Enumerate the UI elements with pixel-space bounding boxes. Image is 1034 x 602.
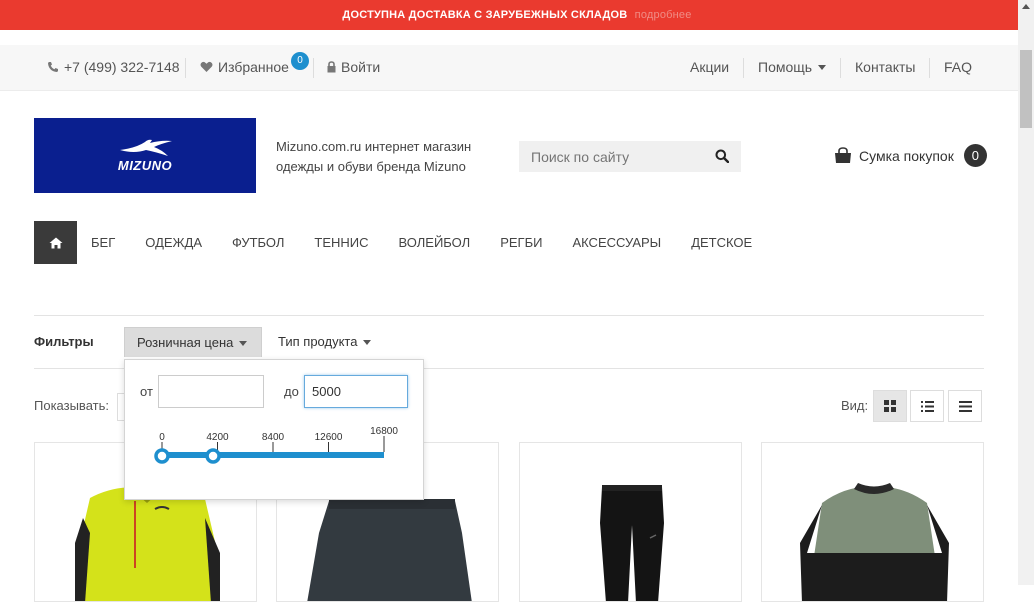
- cart-count-badge: 0: [963, 144, 987, 167]
- product-image-pants: [600, 485, 664, 601]
- grid-icon: [884, 400, 896, 412]
- price-from-label: от: [140, 384, 153, 399]
- slider-tick-label: 12600: [315, 432, 343, 443]
- price-filter-dropdown: от до 0 4200 8400 12600 16800: [124, 359, 424, 500]
- contacts-label: Контакты: [855, 59, 916, 75]
- divider: [185, 58, 186, 78]
- filter-tab-price[interactable]: Розничная цена: [124, 327, 262, 357]
- nav-item-kids[interactable]: ДЕТСКОЕ: [691, 235, 752, 250]
- favorites-label: Избранное: [218, 59, 289, 75]
- divider: [840, 58, 841, 78]
- caret-down-icon: [239, 341, 248, 347]
- slider-tick-label: 4200: [206, 432, 229, 443]
- slider-tick-label: 16800: [370, 426, 398, 437]
- divider: [313, 58, 314, 78]
- product-card[interactable]: [761, 442, 984, 602]
- home-icon: [49, 237, 62, 248]
- cart-label: Сумка покупок: [859, 147, 954, 164]
- promo-link[interactable]: Акции: [690, 59, 729, 75]
- login-link[interactable]: Войти: [327, 59, 380, 75]
- nav-item-football[interactable]: ФУТБОЛ: [232, 235, 284, 250]
- main-nav: БЕГ ОДЕЖДА ФУТБОЛ ТЕННИС ВОЛЕЙБОЛ РЕГБИ …: [34, 221, 752, 264]
- site-logo[interactable]: MIZUNO: [34, 118, 256, 193]
- nav-item-clothing[interactable]: ОДЕЖДА: [145, 235, 202, 250]
- price-from-input[interactable]: [158, 375, 264, 408]
- slider-handle-low[interactable]: [154, 448, 170, 464]
- faq-link[interactable]: FAQ: [944, 59, 972, 75]
- phone-link[interactable]: +7 (499) 322-7148: [47, 59, 180, 75]
- heart-icon: [200, 61, 213, 72]
- phone-number: +7 (499) 322-7148: [64, 59, 180, 75]
- nav-item-volleyball[interactable]: ВОЛЕЙБОЛ: [399, 235, 471, 250]
- nav-item-tennis[interactable]: ТЕННИС: [314, 235, 368, 250]
- slider-handle-high[interactable]: [205, 448, 221, 464]
- divider: [929, 58, 930, 78]
- divider: [34, 315, 984, 316]
- view-list-button[interactable]: [910, 390, 944, 422]
- cart-button[interactable]: Сумка покупок 0: [834, 144, 987, 167]
- lines-icon: [958, 400, 972, 412]
- price-to-label: до: [284, 384, 299, 399]
- list-icon: [920, 400, 934, 412]
- show-label: Показывать:: [34, 398, 109, 413]
- nav-item-rugby[interactable]: РЕГБИ: [500, 235, 542, 250]
- logo-wordmark: MIZUNO: [117, 158, 173, 173]
- view-grid-button[interactable]: [873, 390, 907, 422]
- filter-tab-product-type-label: Тип продукта: [278, 334, 358, 349]
- page-scrollbar[interactable]: [1018, 0, 1034, 585]
- slider-tick-label: 8400: [262, 432, 285, 443]
- price-range-slider[interactable]: 0 4200 8400 12600 16800: [125, 420, 423, 480]
- nav-item-accessories[interactable]: АКСЕССУАРЫ: [572, 235, 661, 250]
- announcement-text: ДОСТУПНА ДОСТАВКА С ЗАРУБЕЖНЫХ СКЛАДОВ: [342, 9, 628, 21]
- announcement-bar: ДОСТУПНА ДОСТАВКА С ЗАРУБЕЖНЫХ СКЛАДОВ п…: [0, 0, 1034, 30]
- site-tagline: Mizuno.com.ru интернет магазин одежды и …: [276, 139, 472, 174]
- scrollbar-thumb[interactable]: [1020, 50, 1032, 128]
- faq-label: FAQ: [944, 59, 973, 75]
- nav-item-running[interactable]: БЕГ: [91, 235, 115, 250]
- product-image-sweater: [800, 483, 949, 601]
- favorites-link[interactable]: Избранное: [200, 59, 289, 75]
- announcement-more-link[interactable]: подробнее: [635, 9, 692, 21]
- favorites-count-badge: 0: [291, 52, 309, 70]
- help-menu[interactable]: Помощь: [758, 59, 827, 75]
- home-button[interactable]: [34, 221, 77, 264]
- mizuno-runbird-logo: [120, 139, 172, 156]
- caret-down-icon: [818, 64, 827, 70]
- scroll-up-icon[interactable]: [1022, 4, 1030, 9]
- promo-label: Акции: [690, 59, 730, 75]
- price-to-input[interactable]: [304, 375, 408, 408]
- search-input[interactable]: [519, 141, 699, 172]
- info-bar: +7 (499) 322-7148 Избранное 0 Войти Акци…: [0, 45, 1018, 91]
- contacts-link[interactable]: Контакты: [855, 59, 915, 75]
- login-label: Войти: [341, 59, 381, 75]
- slider-tick-label: 0: [159, 432, 165, 443]
- search-icon[interactable]: [715, 149, 729, 163]
- divider: [743, 58, 744, 78]
- lock-icon: [327, 61, 336, 73]
- view-label: Вид:: [841, 398, 869, 413]
- filter-tab-price-label: Розничная цена: [137, 335, 234, 350]
- product-card[interactable]: [519, 442, 742, 602]
- filter-tab-product-type[interactable]: Тип продукта: [266, 327, 383, 357]
- filters-label: Фильтры: [34, 334, 94, 349]
- phone-icon: [48, 62, 58, 72]
- view-compact-button[interactable]: [948, 390, 982, 422]
- shopping-bag-icon: [835, 147, 851, 163]
- search-box: [519, 141, 741, 172]
- help-label: Помощь: [758, 59, 813, 75]
- caret-down-icon: [363, 340, 372, 346]
